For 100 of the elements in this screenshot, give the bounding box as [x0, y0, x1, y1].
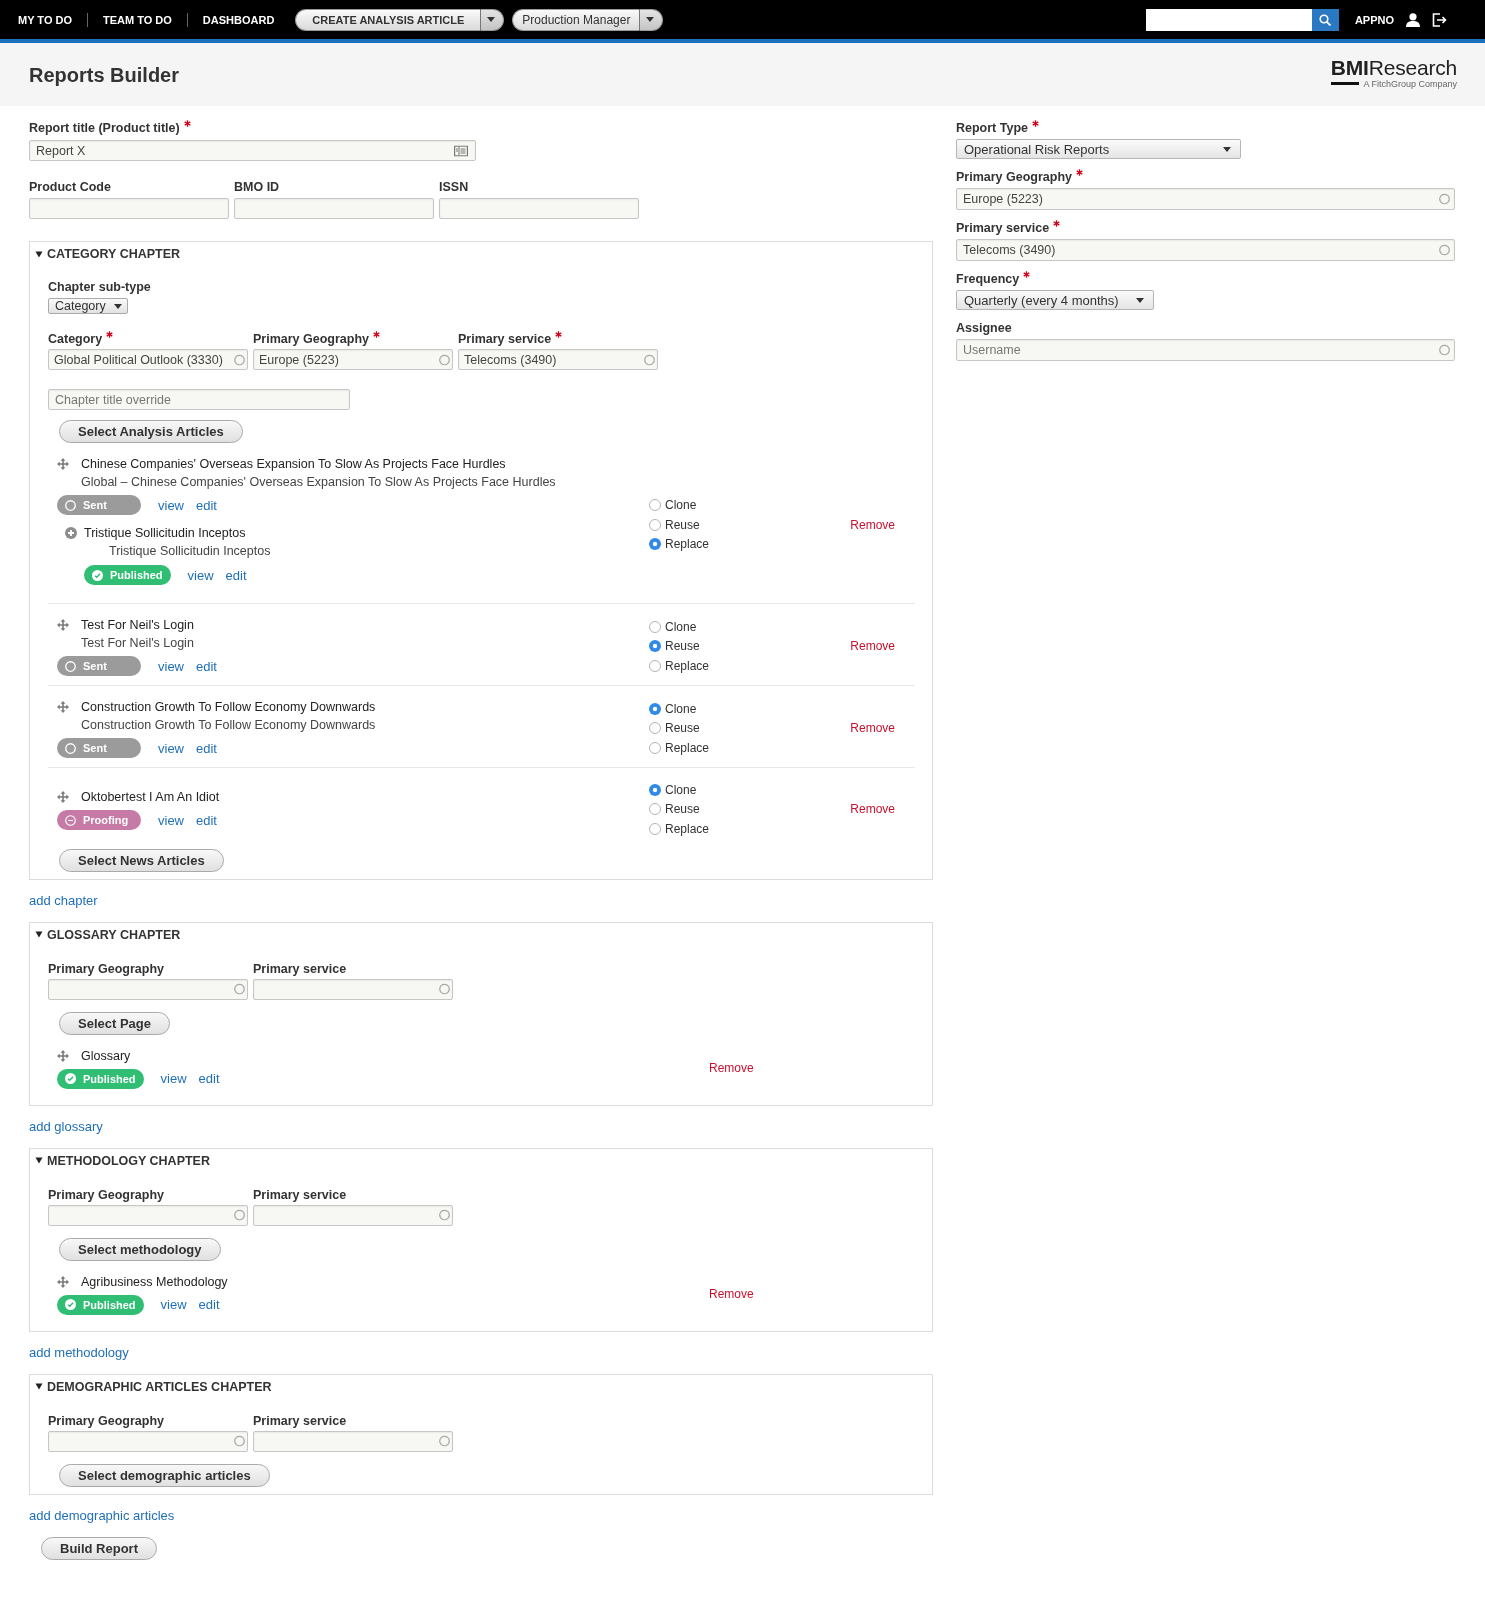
autocomplete-field[interactable]: Telecoms (3490) [458, 349, 658, 370]
radio-option[interactable]: Replace [649, 819, 710, 839]
action-link[interactable]: view [158, 497, 184, 513]
autocomplete-field[interactable]: Global Political Outlook (3330) [48, 349, 248, 370]
build-report-button[interactable]: Build Report [41, 1536, 157, 1560]
nav-link[interactable]: DASHBOARD [186, 12, 290, 27]
action-link[interactable]: view [158, 658, 184, 674]
add-link[interactable]: add demographic articles [29, 1507, 175, 1524]
action-link[interactable]: view [158, 812, 184, 828]
text-field[interactable] [234, 198, 434, 219]
autocomplete-field[interactable]: Username [956, 339, 1455, 361]
remove-link[interactable]: Remove [709, 1060, 754, 1075]
remove-link[interactable]: Remove [709, 1286, 754, 1301]
autocomplete-field[interactable] [253, 978, 453, 1000]
select-button[interactable]: Select Analysis Articles [59, 420, 243, 443]
remove-link[interactable]: Remove [850, 721, 895, 735]
text-field[interactable] [439, 198, 639, 219]
radio-option[interactable]: Clone [649, 495, 697, 515]
move-icon[interactable] [57, 701, 69, 713]
action-link[interactable]: edit [196, 812, 217, 828]
article-subtitle: Tristique Sollicitudin Inceptos [109, 543, 271, 560]
radio-option[interactable]: Replace [649, 655, 710, 676]
radio-icon[interactable] [649, 499, 661, 511]
radio-option[interactable]: Reuse [649, 718, 700, 738]
remove-link[interactable]: Remove [850, 802, 895, 817]
radio-option[interactable]: Clone [649, 780, 697, 800]
autocomplete-field[interactable] [48, 1204, 248, 1226]
dropdown-button[interactable] [481, 8, 505, 31]
radio-icon[interactable] [649, 741, 661, 754]
action-link[interactable]: edit [225, 567, 247, 583]
search-button[interactable] [1311, 8, 1339, 31]
expand-triangle-icon[interactable] [35, 1157, 43, 1164]
select-button[interactable]: Select News Articles [59, 848, 224, 872]
dropdown[interactable]: Category [48, 298, 128, 314]
add-link[interactable]: add chapter [29, 892, 98, 909]
action-link[interactable]: view [160, 1297, 187, 1312]
expand-triangle-icon[interactable] [35, 931, 43, 938]
autocomplete-field[interactable] [253, 1204, 453, 1226]
text-field[interactable]: Chapter title override [48, 389, 350, 410]
split-button[interactable]: Production Manager [512, 8, 641, 31]
split-button[interactable]: CREATE ANALYSIS ARTICLE [295, 8, 482, 31]
autocomplete-field[interactable] [48, 1430, 248, 1452]
expand-triangle-icon[interactable] [35, 1383, 43, 1390]
add-link[interactable]: add glossary [29, 1118, 103, 1135]
expand-triangle-icon[interactable] [35, 250, 43, 258]
dropdown-button[interactable] [640, 8, 664, 31]
nav-link[interactable]: TEAM TO DO [87, 12, 187, 27]
action-link[interactable]: view [187, 567, 214, 583]
search-field[interactable] [1145, 8, 1312, 31]
radio-option[interactable]: Clone [649, 698, 697, 719]
add-link[interactable]: add methodology [29, 1344, 129, 1361]
radio-icon[interactable] [649, 822, 661, 835]
action-link[interactable]: view [160, 1071, 187, 1086]
radio-option[interactable]: Reuse [649, 636, 700, 656]
radio-option[interactable]: Reuse [649, 799, 700, 819]
autocomplete-field[interactable]: Europe (5223) [253, 349, 453, 370]
radio-icon[interactable] [649, 640, 661, 652]
action-link[interactable]: view [158, 740, 184, 756]
radio-option[interactable]: Reuse [649, 514, 700, 535]
select-button[interactable]: Select demographic articles [59, 1463, 270, 1487]
user-name[interactable]: APPNO [1354, 13, 1394, 26]
radio-icon[interactable] [649, 538, 661, 550]
autocomplete-field[interactable]: Telecoms (3490) [956, 239, 1455, 261]
autocomplete-field[interactable] [48, 978, 248, 1000]
move-icon[interactable] [57, 1049, 69, 1062]
action-link[interactable]: edit [198, 1071, 220, 1086]
action-link[interactable]: edit [196, 658, 217, 674]
radio-icon[interactable] [649, 518, 661, 531]
autocomplete-field[interactable]: Europe (5223) [956, 188, 1455, 210]
text-field[interactable]: Report X [29, 140, 476, 161]
plus-circle-icon[interactable] [65, 527, 77, 539]
text-field[interactable] [29, 198, 229, 219]
radio-icon[interactable] [649, 722, 661, 734]
remove-link[interactable]: Remove [850, 517, 895, 532]
select-button[interactable]: Select Page [59, 1011, 170, 1035]
dropdown[interactable]: Quarterly (every 4 months) [956, 290, 1154, 310]
radio-icon[interactable] [649, 803, 661, 816]
nav-link[interactable]: MY TO DO [18, 12, 87, 27]
select-button[interactable]: Select methodology [59, 1237, 221, 1261]
action-link[interactable]: edit [196, 497, 217, 513]
move-icon[interactable] [57, 791, 69, 804]
radio-option[interactable]: Replace [649, 737, 710, 758]
user-icon[interactable] [1406, 12, 1420, 27]
radio-option[interactable]: Clone [649, 616, 697, 637]
autocomplete-field[interactable] [253, 1430, 453, 1452]
radio-icon[interactable] [649, 659, 661, 672]
dropdown[interactable]: Operational Risk Reports [956, 139, 1241, 159]
radio-icon[interactable] [649, 620, 661, 633]
move-icon[interactable] [57, 1275, 69, 1288]
caret-icon [1136, 297, 1144, 303]
action-link[interactable]: edit [198, 1297, 220, 1312]
move-icon[interactable] [57, 458, 69, 470]
action-link[interactable]: edit [196, 740, 217, 756]
radio-option[interactable]: Replace [649, 534, 710, 554]
radio-icon[interactable] [649, 702, 661, 715]
remove-link[interactable]: Remove [850, 639, 895, 653]
move-icon[interactable] [57, 619, 69, 631]
card-icon[interactable] [454, 145, 468, 156]
logout-icon[interactable] [1432, 12, 1447, 27]
radio-icon[interactable] [649, 783, 661, 796]
